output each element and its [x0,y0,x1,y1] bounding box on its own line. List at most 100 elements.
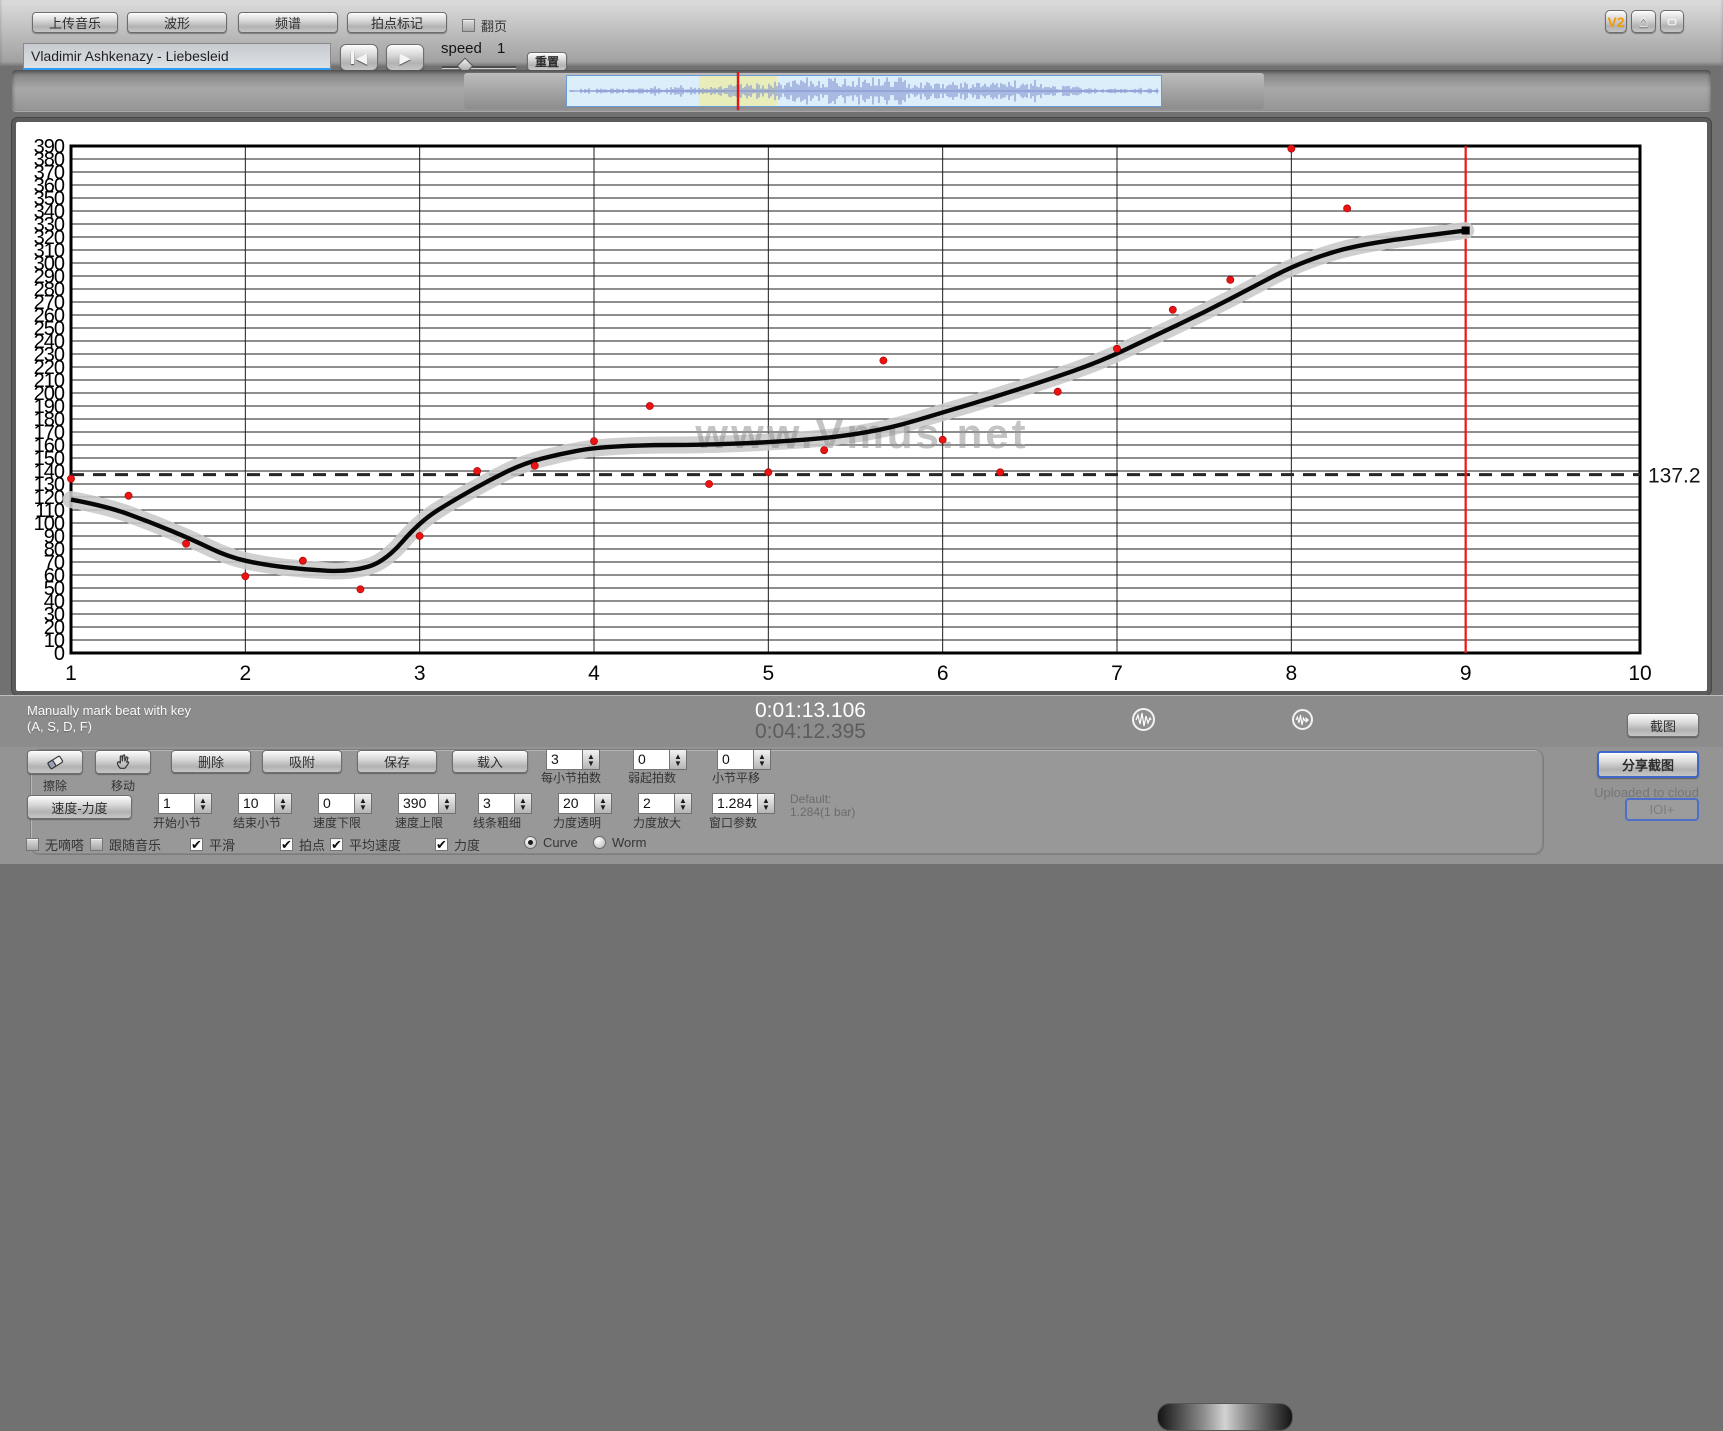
tempo-max-spinner[interactable]: 390 ▲▼ [398,793,456,814]
move-tool-button[interactable] [95,750,151,774]
v2-version-button[interactable]: V2 [1605,10,1627,33]
smooth-checkbox[interactable]: ✔ 平滑 [190,835,235,854]
fullscreen-button[interactable] [1660,10,1684,33]
checkbox-checked-icon[interactable]: ✔ [330,838,343,851]
svg-text:8: 8 [1285,662,1297,685]
worm-radio[interactable]: Worm [593,835,646,850]
curve-radio[interactable]: Curve [524,835,578,850]
spinner-arrows[interactable]: ▲▼ [195,793,212,814]
track-title-input[interactable] [23,43,331,71]
load-button[interactable]: 载入 [452,750,528,773]
screenshot-button[interactable]: 截图 [1627,713,1699,737]
tempo-chart[interactable]: 0102030405060708090100110120130140150160… [16,122,1707,691]
dynamics-checkbox[interactable]: ✔ 力度 [435,835,480,854]
dynamics-gain-label: 力度放大 [633,814,681,831]
app-root: { "toolbar": { "upload": "上传音乐", "wavefo… [0,0,1723,864]
window-param-value[interactable]: 1.284 [712,793,758,814]
page-turn-checkbox[interactable]: 翻页 [462,16,507,35]
checkbox-checked-icon[interactable]: ✔ [280,838,293,851]
no-click-checkbox[interactable]: 无嘀嗒 [26,835,84,854]
tempo-max-value[interactable]: 390 [398,793,439,814]
page-turn-label: 翻页 [481,16,507,35]
spinner-arrows[interactable]: ▲▼ [675,793,692,814]
checkbox-icon[interactable] [462,19,475,32]
average-tempo-label: 平均速度 [349,835,401,854]
beats-per-bar-spinner[interactable]: 3 ▲▼ [546,749,600,770]
volume-wave-right-button[interactable] [1292,709,1313,730]
bar-shift-spinner[interactable]: 0 ▲▼ [717,749,771,770]
line-width-spinner[interactable]: 3 ▲▼ [478,793,532,814]
tempo-min-spinner[interactable]: 0 ▲▼ [318,793,372,814]
spinner-arrows[interactable]: ▲▼ [355,793,372,814]
average-tempo-checkbox[interactable]: ✔ 平均速度 [330,835,401,854]
volume-slider[interactable] [1157,1403,1293,1431]
checkbox-icon[interactable] [90,838,103,851]
spinner-arrows[interactable]: ▲▼ [758,793,775,814]
snap-button[interactable]: 吸附 [262,750,342,773]
follow-music-checkbox[interactable]: 跟随音乐 [90,835,161,854]
follow-music-label: 跟随音乐 [109,835,161,854]
line-width-label: 线条粗细 [473,814,521,831]
home-button[interactable]: ⌂ [1631,10,1656,33]
reset-speed-button[interactable]: 重置 [527,52,567,71]
start-bar-value[interactable]: 1 [158,793,195,814]
line-width-value[interactable]: 3 [478,793,515,814]
end-bar-value[interactable]: 10 [238,793,275,814]
skip-bar-icon [351,51,354,64]
dynamics-alpha-value[interactable]: 20 [558,793,595,814]
pickup-beats-value[interactable]: 0 [633,749,670,770]
checkbox-checked-icon[interactable]: ✔ [435,838,448,851]
waveform-button[interactable]: 波形 [127,12,227,33]
spinner-arrows[interactable]: ▲▼ [754,749,771,770]
radio-icon[interactable] [593,836,606,849]
waveform-playhead[interactable] [737,72,739,110]
manual-beat-hint-line2: (A, S, D, F) [27,719,92,734]
skip-start-button[interactable]: ◀ [340,44,378,71]
dynamics-alpha-spinner[interactable]: 20 ▲▼ [558,793,612,814]
erase-tool-button[interactable] [27,750,83,774]
erase-tool-label: 擦除 [27,777,83,794]
ioi-button[interactable]: IOI+ [1625,798,1699,821]
start-bar-spinner[interactable]: 1 ▲▼ [158,793,212,814]
beat-mark-button[interactable]: 拍点标记 [347,12,447,33]
dynamics-gain-value[interactable]: 2 [638,793,675,814]
save-button[interactable]: 保存 [357,750,437,773]
spinner-arrows[interactable]: ▲▼ [670,749,687,770]
svg-text:7: 7 [1111,662,1123,685]
hand-icon [114,753,132,771]
checkbox-checked-icon[interactable]: ✔ [190,838,203,851]
move-tool-label: 移动 [95,777,151,794]
beat-points-label: 拍点 [299,835,325,854]
delete-button[interactable]: 删除 [171,750,251,773]
beats-per-bar-value[interactable]: 3 [546,749,583,770]
radio-icon[interactable] [524,836,537,849]
pickup-beats-spinner[interactable]: 0 ▲▼ [633,749,687,770]
tempo-dynamics-mode-button[interactable]: 速度-力度 [27,795,132,819]
upload-music-button[interactable]: 上传音乐 [32,12,118,33]
svg-text:10: 10 [1628,662,1651,685]
spinner-arrows[interactable]: ▲▼ [275,793,292,814]
spinner-arrows[interactable]: ▲▼ [439,793,456,814]
manual-beat-hint-line1: Manually mark beat with key [27,703,191,718]
volume-wave-left-button[interactable] [1132,708,1155,731]
share-screenshot-button[interactable]: 分享截图 [1597,751,1699,778]
spinner-arrows[interactable]: ▲▼ [515,793,532,814]
waveform-overview-strip[interactable] [12,70,1711,112]
top-toolbar: 上传音乐 波形 频谱 拍点标记 翻页 ◀ ▶ speed 1 重置 V2 ⌂ [0,0,1723,66]
speed-slider-track[interactable] [442,66,516,68]
dynamics-gain-spinner[interactable]: 2 ▲▼ [638,793,692,814]
start-bar-label: 开始小节 [153,814,201,831]
end-bar-spinner[interactable]: 10 ▲▼ [238,793,292,814]
beat-points-checkbox[interactable]: ✔ 拍点 [280,835,325,854]
waveform-panel[interactable] [566,75,1162,107]
spinner-arrows[interactable]: ▲▼ [583,749,600,770]
checkbox-icon[interactable] [26,838,39,851]
curve-radio-label: Curve [543,835,578,850]
play-icon: ▶ [399,49,411,67]
window-param-spinner[interactable]: 1.284 ▲▼ [712,793,775,814]
play-button[interactable]: ▶ [386,44,424,71]
spectrum-button[interactable]: 频谱 [238,12,338,33]
bar-shift-value[interactable]: 0 [717,749,754,770]
spinner-arrows[interactable]: ▲▼ [595,793,612,814]
tempo-min-value[interactable]: 0 [318,793,355,814]
